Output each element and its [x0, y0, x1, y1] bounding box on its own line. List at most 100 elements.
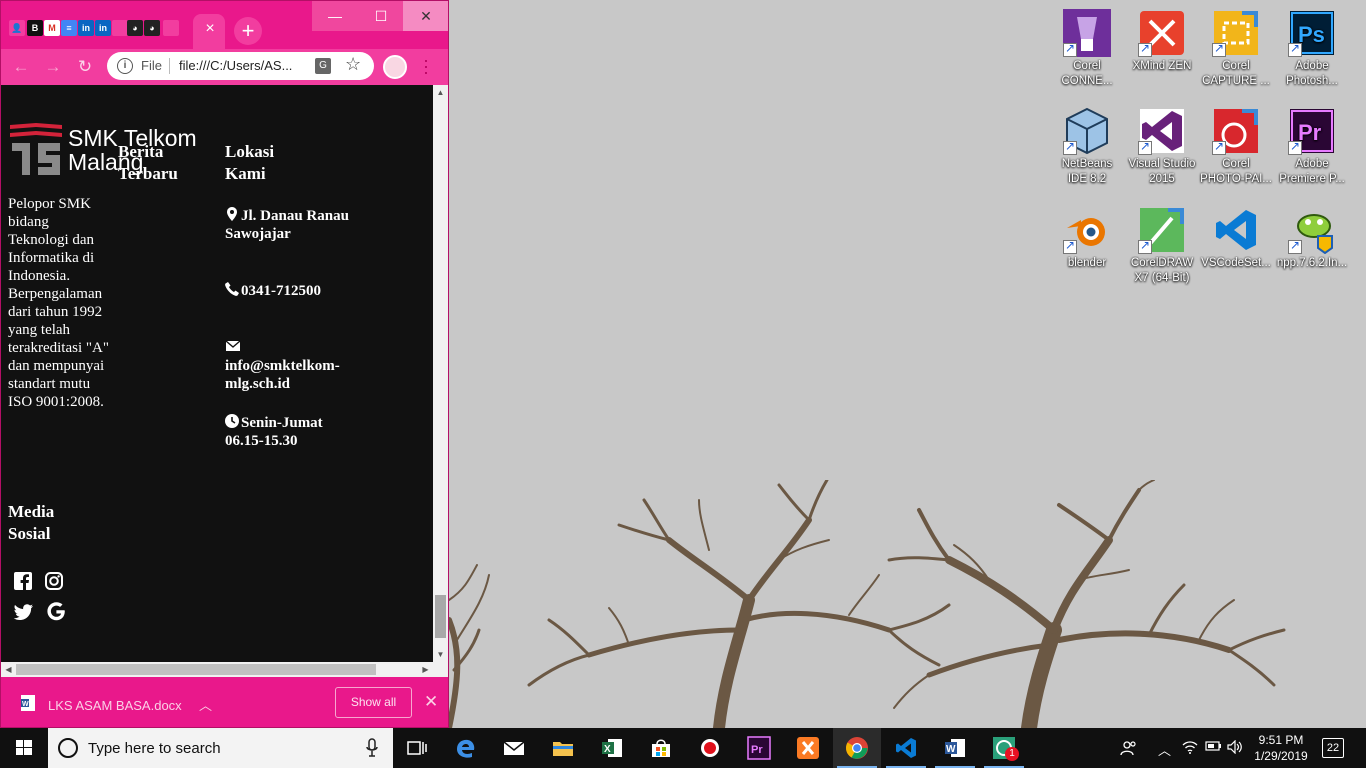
url-text[interactable]: file:///C:/Users/AS...: [179, 58, 292, 73]
taskbar-mail[interactable]: [490, 728, 538, 768]
scroll-left-icon[interactable]: ◀: [1, 662, 16, 677]
taskbar-excel[interactable]: X: [588, 728, 636, 768]
task-view-button[interactable]: [393, 728, 441, 768]
github-icon[interactable]: ◕: [144, 20, 160, 36]
b-icon[interactable]: B: [27, 20, 43, 36]
horizontal-scroll-thumb[interactable]: [16, 664, 376, 675]
maximize-button[interactable]: ☐: [358, 1, 404, 31]
taskbar-edge[interactable]: [441, 728, 489, 768]
desktop-icon-vscode-setup[interactable]: VSCodeSet...: [1198, 201, 1274, 297]
scroll-up-icon[interactable]: ▲: [433, 85, 448, 100]
person-icon[interactable]: 👤: [9, 20, 25, 36]
twitter-icon[interactable]: [13, 601, 35, 623]
vertical-scroll-thumb[interactable]: [435, 595, 446, 638]
taskbar-vscode[interactable]: [882, 728, 930, 768]
scroll-down-icon[interactable]: ▼: [433, 647, 448, 662]
minimize-button[interactable]: —: [312, 1, 358, 31]
wallpaper-trees: [449, 480, 1286, 728]
desktop-icon-premiere[interactable]: Pr Adobe Premiere P...: [1274, 102, 1350, 198]
translate-icon[interactable]: G: [315, 58, 331, 74]
vscode-icon: [896, 738, 916, 758]
show-all-button[interactable]: Show all: [335, 687, 412, 718]
wifi-icon[interactable]: [1182, 740, 1198, 757]
mail-icon: [503, 741, 525, 755]
premiere-icon: Pr: [1288, 107, 1336, 155]
linkedin-icon[interactable]: in: [78, 20, 94, 36]
battery-icon[interactable]: [1205, 740, 1223, 755]
chrome-icon: [846, 737, 868, 759]
search-placeholder[interactable]: Type here to search: [88, 740, 221, 757]
taskbar-search[interactable]: Type here to search: [48, 728, 393, 768]
docs-icon[interactable]: ≡: [61, 20, 77, 36]
profile-avatar[interactable]: [383, 55, 407, 79]
taskbar-file-explorer[interactable]: [539, 728, 587, 768]
desktop-icon-photoshop[interactable]: Ps Adobe Photosh...: [1274, 4, 1350, 100]
desktop-icon-corel-capture[interactable]: Corel CAPTURE ...: [1198, 4, 1274, 100]
email-text[interactable]: info@smktelkom-mlg.sch.id: [225, 358, 340, 392]
forward-arrow-icon[interactable]: →: [41, 55, 65, 79]
taskbar-store[interactable]: [637, 728, 685, 768]
new-tab-button[interactable]: +: [234, 17, 262, 45]
instagram-icon[interactable]: [44, 571, 66, 593]
svg-text:Pr: Pr: [751, 744, 763, 756]
volume-icon[interactable]: [1227, 739, 1243, 757]
taskbar-whatsapp[interactable]: 1: [980, 728, 1028, 768]
bookmark-star-icon[interactable]: ☆: [345, 54, 361, 75]
google-icon[interactable]: [46, 601, 68, 623]
logo-mark-icon: [10, 123, 62, 175]
corel-photo-paint-icon: [1212, 107, 1260, 155]
desktop-icon-xmind[interactable]: XMind ZEN: [1124, 4, 1200, 100]
media-sosial-heading: Media Sosial: [8, 502, 55, 543]
desktop-icon-corel-photo-paint[interactable]: Corel PHOTO-PAI...: [1198, 102, 1274, 198]
hours-item: Senin-Jumat 06.15-15.30: [225, 414, 355, 450]
netbeans-icon: [1063, 107, 1111, 155]
facebook-icon[interactable]: [13, 571, 35, 593]
info-icon[interactable]: i: [117, 58, 133, 74]
address-text: Jl. Danau Ranau Sawojajar: [225, 208, 349, 242]
address-bar[interactable]: i File file:///C:/Users/AS... G ☆: [107, 52, 374, 80]
desktop-icon-netbeans[interactable]: NetBeans IDE 8.2: [1049, 102, 1125, 198]
taskbar-xampp[interactable]: [784, 728, 832, 768]
people-icon[interactable]: [1120, 740, 1138, 759]
linkedin-icon[interactable]: in: [95, 20, 111, 36]
back-arrow-icon[interactable]: ←: [9, 55, 33, 79]
microphone-icon[interactable]: [366, 738, 378, 758]
vertical-scrollbar[interactable]: ▲ ▼: [433, 85, 448, 662]
taskbar-premiere[interactable]: Pr: [735, 728, 783, 768]
menu-dots-icon[interactable]: · · ·: [421, 51, 431, 81]
tab-icon[interactable]: [112, 20, 128, 36]
desktop-icon-blender[interactable]: blender: [1049, 201, 1125, 297]
tab-strip: 👤 B M ≡ in in ◕ ◕ × + — ☐ ✕: [1, 1, 448, 49]
email-item: info@smktelkom-mlg.sch.id: [225, 339, 355, 393]
svg-text:W: W: [22, 701, 29, 708]
divider: [169, 58, 170, 74]
scroll-right-icon[interactable]: ▶: [418, 662, 433, 677]
windows-logo-icon: [16, 740, 32, 755]
clock[interactable]: 9:51 PM 1/29/2019: [1247, 732, 1315, 764]
desktop-icon-visual-studio[interactable]: Visual Studio 2015: [1124, 102, 1200, 198]
reload-icon[interactable]: ↻: [73, 55, 97, 79]
desktop-icon-coreldraw[interactable]: CorelDRAW X7 (64-Bit): [1124, 201, 1200, 297]
word-document-icon: W: [21, 695, 35, 711]
close-window-button[interactable]: ✕: [403, 1, 448, 31]
taskbar-word[interactable]: W: [931, 728, 979, 768]
desktop-icon-notepadpp-installer[interactable]: npp.7.6.2.In...: [1274, 201, 1350, 297]
chevron-up-icon[interactable]: ︿: [199, 695, 212, 714]
gmail-icon[interactable]: M: [44, 20, 60, 36]
action-center-button[interactable]: 22: [1322, 738, 1344, 758]
horizontal-scrollbar[interactable]: ◀ ▶: [1, 662, 448, 677]
download-file-name[interactable]: LKS ASAM BASA.docx: [48, 698, 182, 713]
tab-close-icon[interactable]: ×: [201, 20, 219, 38]
start-button[interactable]: [0, 728, 48, 768]
taskbar-chrome[interactable]: [833, 728, 881, 768]
corel-capture-icon: [1212, 9, 1260, 57]
visual-studio-icon: [1138, 107, 1186, 155]
desktop-icon-corel-connect[interactable]: Corel CONNE...: [1049, 4, 1125, 100]
lokasi-kami-heading: Lokasi Kami: [225, 142, 275, 183]
taskbar-recorder[interactable]: [686, 728, 734, 768]
word-icon: W: [945, 739, 965, 757]
github-icon[interactable]: ◕: [127, 20, 143, 36]
chevron-up-icon[interactable]: ︿: [1158, 740, 1171, 759]
tab-icon[interactable]: [163, 20, 179, 36]
close-download-bar-icon[interactable]: ✕: [424, 692, 438, 712]
